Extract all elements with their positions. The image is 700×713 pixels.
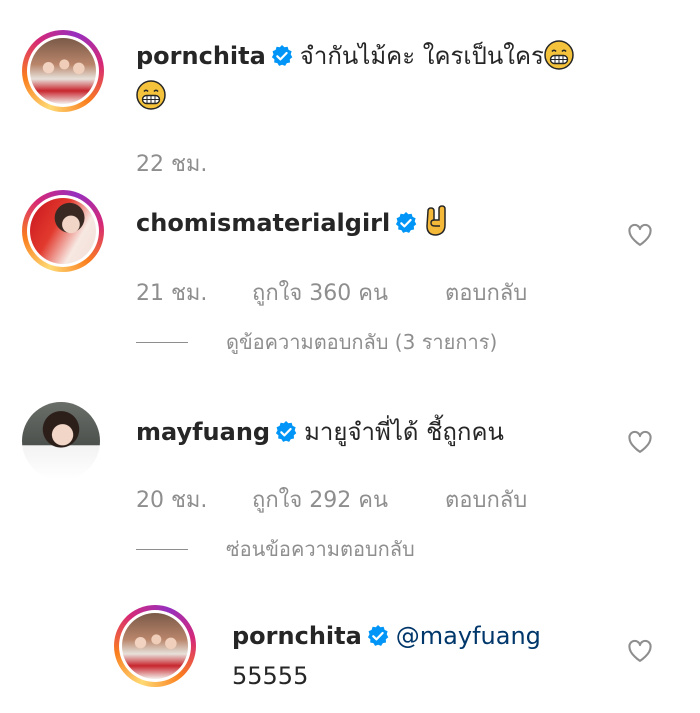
hide-replies-button[interactable]: ซ่อนข้อความตอบกลับ [136, 535, 415, 563]
comment-3: mayfuang มายูจำพี่ได้ ชี้ถูกคน [136, 416, 504, 448]
reply-text: 55555 [232, 662, 309, 690]
comment-time[interactable]: 20 ชม. [136, 486, 252, 516]
sign-of-horns-emoji [426, 205, 446, 236]
avatar-pornchita[interactable] [22, 30, 104, 112]
avatar-pornchita[interactable] [114, 605, 196, 687]
avatar-image [121, 612, 189, 680]
comment-text: จำกันไม้คะ ใครเป็นใคร [299, 42, 544, 70]
heart-outline-icon[interactable] [626, 637, 654, 665]
comment-username[interactable]: mayfuang [136, 418, 270, 446]
avatar-image [29, 197, 97, 265]
avatar-image [22, 402, 100, 480]
comment-time[interactable]: 22 ชม. [136, 150, 207, 180]
reply: pornchita @mayfuang [232, 620, 541, 652]
comment-meta: 21 ชม. ถูกใจ 360 คน ตอบกลับ [136, 279, 527, 309]
comment-likes[interactable]: ถูกใจ 360 คน [252, 279, 445, 309]
view-replies-label: ดูข้อความตอบกลับ (3 รายการ) [226, 330, 498, 354]
comment-1-wrap [136, 80, 166, 112]
reply-text-line: 55555 [232, 660, 308, 692]
reply-mention-link[interactable]: @mayfuang [396, 622, 541, 650]
verified-badge-icon [271, 45, 293, 66]
reply-button[interactable]: ตอบกลับ [445, 279, 527, 309]
heart-outline-icon[interactable] [626, 221, 654, 249]
hide-replies-label: ซ่อนข้อความตอบกลับ [226, 537, 415, 561]
verified-badge-icon [396, 212, 417, 233]
verified-badge-icon [276, 421, 297, 442]
comment-username[interactable]: chomismaterialgirl [136, 209, 390, 237]
avatar-chomismaterialgirl[interactable] [22, 190, 104, 272]
avatar-image [29, 37, 97, 105]
grin-emoji [136, 80, 166, 110]
comment-meta: 22 ชม. [136, 150, 207, 180]
thread-divider [136, 548, 188, 550]
comment-1: pornchita จำกันไม้คะ ใครเป็นใคร [136, 40, 574, 72]
comment-meta: 20 ชม. ถูกใจ 292 คน ตอบกลับ [136, 486, 527, 516]
comment-2: chomismaterialgirl [136, 205, 450, 239]
comment-time[interactable]: 21 ชม. [136, 279, 252, 309]
reply-username[interactable]: pornchita [232, 622, 362, 650]
thread-divider [136, 341, 188, 343]
comment-username[interactable]: pornchita [136, 42, 266, 70]
grin-emoji [544, 40, 574, 70]
reply-button[interactable]: ตอบกลับ [445, 486, 527, 516]
verified-badge-icon [367, 625, 389, 646]
comment-likes[interactable]: ถูกใจ 292 คน [252, 486, 445, 516]
view-replies-button[interactable]: ดูข้อความตอบกลับ (3 รายการ) [136, 328, 497, 356]
comment-text: มายูจำพี่ได้ ชี้ถูกคน [304, 418, 504, 446]
heart-outline-icon[interactable] [626, 428, 654, 456]
avatar-mayfuang[interactable] [22, 402, 100, 480]
